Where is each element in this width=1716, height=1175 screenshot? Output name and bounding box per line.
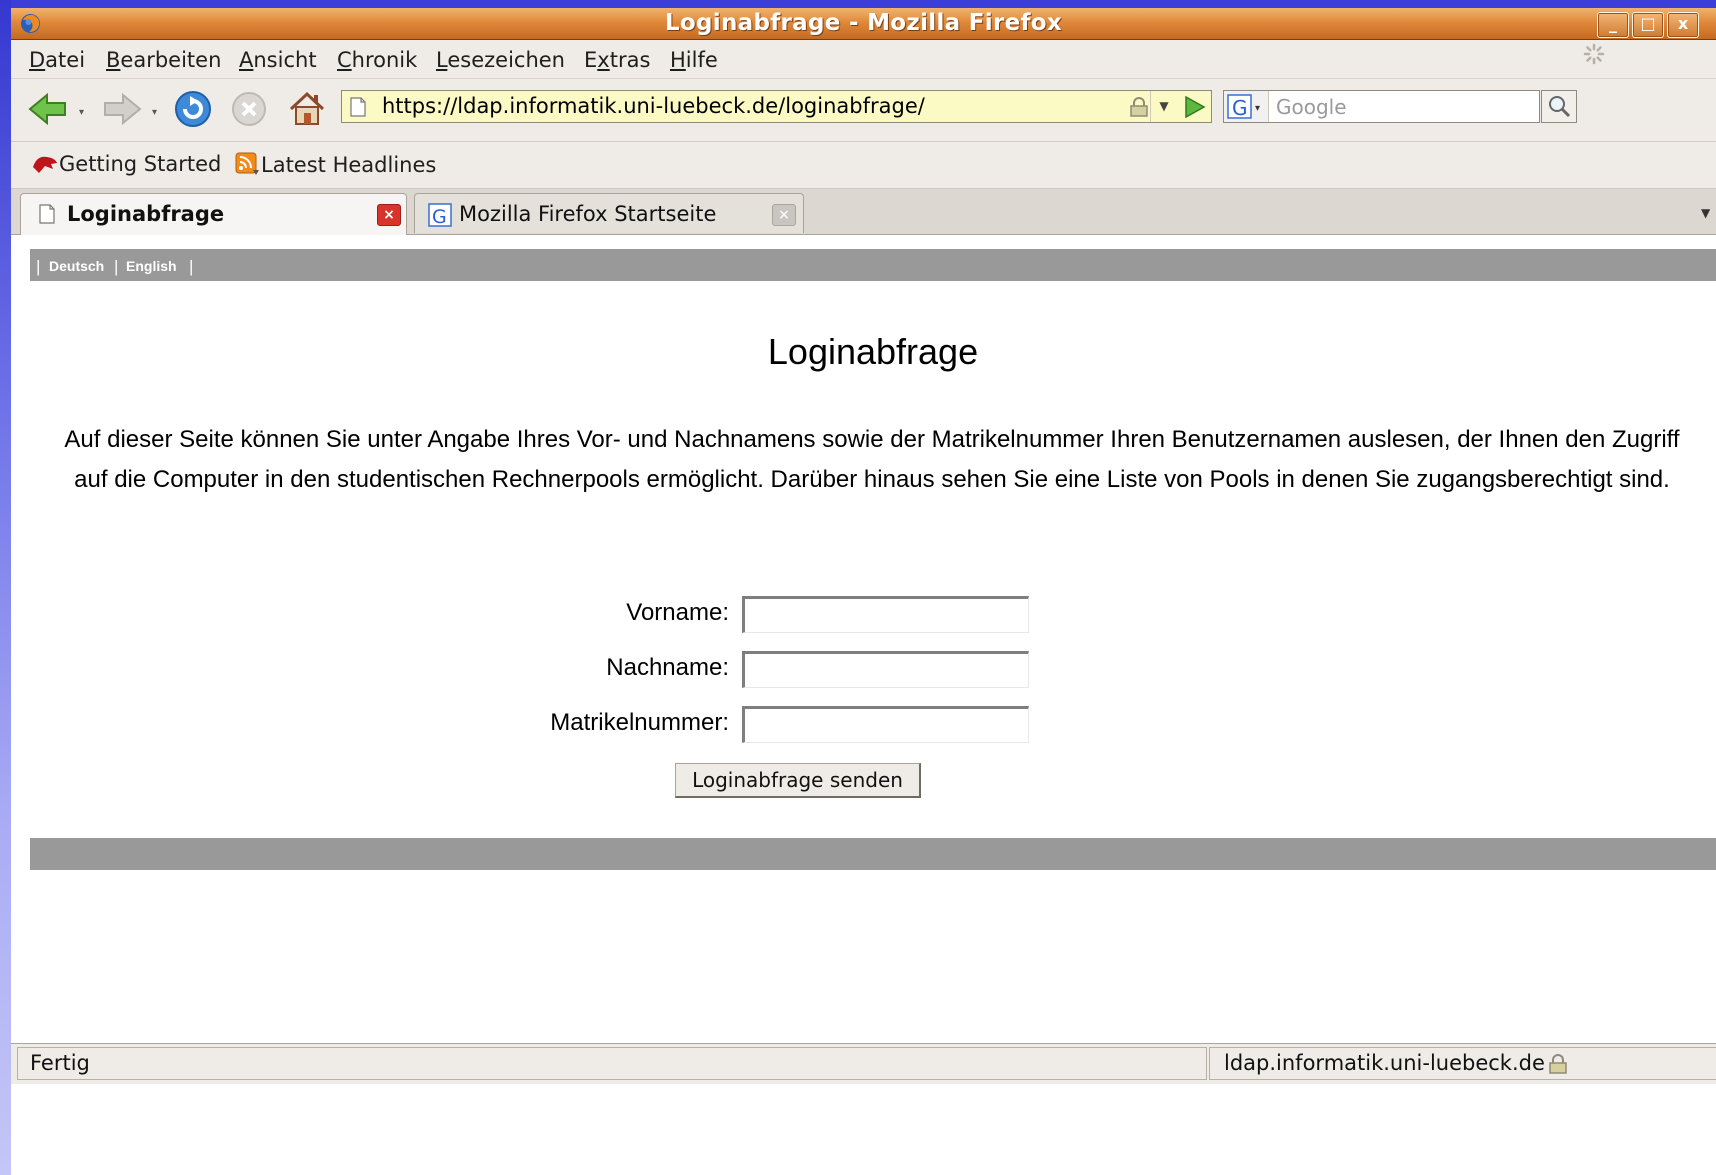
close-tab-button[interactable]: × [772,204,796,226]
menu-datei[interactable]: Datei [29,48,85,72]
home-icon[interactable] [288,89,326,127]
page-content: | Deutsch | English | Loginabfrage Auf d… [11,235,1716,1043]
url-history-dropdown[interactable]: ▼ [1150,91,1177,122]
submit-button[interactable]: Loginabfrage senden [675,763,921,798]
tab-bar: Loginabfrage × G Mozilla Firefox Startse… [11,189,1716,235]
intro-text: Auf dieser Seite können Sie unter Angabe… [64,426,1680,493]
getting-started-icon [33,156,57,173]
bookmark-latest-headlines[interactable]: Latest Headlines [235,152,436,177]
url-text[interactable]: https://ldap.informatik.uni-luebeck.de/l… [382,94,925,118]
bookmark-label: Getting Started [59,152,222,176]
throbber-icon [1583,43,1605,65]
menu-extras[interactable]: Extras [584,48,650,72]
separator: | [36,257,41,276]
menu-label: tras [609,48,651,72]
status-host: ldap.informatik.uni-luebeck.de [1224,1051,1545,1075]
desktop-background-left [0,0,11,1175]
tab-label: Loginabfrage [67,202,225,226]
google-icon: G [428,203,452,227]
menu-mnemonic: H [670,48,686,72]
search-button[interactable] [1541,90,1577,123]
minimize-button[interactable]: _ [1597,12,1629,38]
status-text: Fertig [30,1051,90,1075]
menu-ansicht[interactable]: Ansicht [239,48,317,72]
svg-text:G: G [1232,96,1248,120]
lastname-input[interactable] [742,651,1029,688]
menu-mnemonic: A [239,48,254,72]
bookmark-label: Latest Headlines [261,153,437,177]
menu-lesezeichen[interactable]: Lesezeichen [436,48,565,72]
rss-feed-icon [235,152,259,175]
lock-icon[interactable] [1129,97,1149,117]
matrikel-label: Matrikelnummer: [550,709,729,736]
tab-list-dropdown[interactable]: ▼ [1701,193,1716,233]
close-window-button[interactable]: x [1667,12,1699,38]
svg-text:▾: ▾ [1255,103,1260,114]
magnifier-icon [1549,96,1571,118]
reload-icon[interactable] [174,90,212,128]
search-engine-selector[interactable]: G ▾ [1224,91,1269,122]
bookmarks-toolbar: Getting Started Latest Headlines [11,142,1716,189]
menu-mnemonic: D [29,48,46,72]
menu-hilfe[interactable]: Hilfe [670,48,718,72]
bookmark-getting-started[interactable]: Getting Started [31,152,221,176]
google-icon: G ▾ [1227,94,1260,120]
lastname-label: Nachname: [606,654,729,681]
menu-label: atei [45,48,86,72]
svg-text:G: G [432,206,447,227]
menu-mnemonic: C [337,48,352,72]
menu-label: ilfe [685,48,718,72]
menu-bearbeiten[interactable]: Bearbeiten [106,48,221,72]
desktop-background-top [0,0,1716,8]
menu-label: esezeichen [447,48,565,72]
language-link-english[interactable]: English [126,258,177,274]
forward-icon[interactable] [102,92,142,126]
maximize-button[interactable]: □ [1632,12,1664,38]
menu-mnemonic: x [597,48,610,72]
language-link-deutsch[interactable]: Deutsch [49,258,104,274]
url-bar[interactable]: https://ldap.informatik.uni-luebeck.de/l… [341,90,1212,123]
search-input[interactable]: Google [1276,95,1347,119]
tab-label: Mozilla Firefox Startseite [459,202,717,226]
page-title: Loginabfrage [767,331,979,372]
menu-label: hronik [351,48,418,72]
matrikel-input[interactable] [742,706,1029,743]
separator: | [189,257,194,276]
search-box[interactable]: G ▾ Google [1223,90,1540,123]
menu-mnemonic: L [436,48,448,72]
lock-icon[interactable] [1548,1054,1568,1074]
go-button[interactable] [1182,95,1206,119]
menu-label-prefix: E [584,48,598,72]
forward-history-dropdown[interactable]: ▾ [152,107,157,118]
security-panel[interactable]: ldap.informatik.uni-luebeck.de [1209,1047,1716,1080]
close-tab-button[interactable]: × [377,204,401,226]
browser-window: Loginabfrage - Mozilla Firefox _ □ x Dat… [11,8,1716,1175]
status-panel: Fertig [17,1047,1207,1080]
back-history-dropdown[interactable]: ▾ [79,107,84,118]
tab-loginabfrage[interactable]: Loginabfrage × [20,193,407,235]
title-bar[interactable]: Loginabfrage - Mozilla Firefox _ □ x [11,8,1716,40]
back-icon[interactable] [28,92,68,126]
firstname-input[interactable] [742,596,1029,633]
menu-chronik[interactable]: Chronik [337,48,417,72]
window-title: Loginabfrage - Mozilla Firefox [664,10,1063,36]
stop-icon[interactable] [231,91,267,127]
menu-mnemonic: B [106,48,121,72]
tab-mozilla-firefox-startseite[interactable]: G Mozilla Firefox Startseite × [414,193,804,233]
page-icon [39,204,55,224]
navigation-toolbar: ▾ ▾ https://ldap.informatik.uni-luebeck.… [11,43,1716,142]
page-icon [350,97,366,117]
menu-label: nsicht [253,48,317,72]
language-bar: | Deutsch | English | [30,249,1716,281]
firstname-label: Vorname: [626,599,729,626]
footer-bar [30,838,1716,870]
separator: | [114,257,119,276]
status-bar: Fertig ldap.informatik.uni-luebeck.de [11,1043,1716,1084]
menu-label: earbeiten [120,48,222,72]
menu-bar: Datei Bearbeiten Ansicht Chronik Lesezei… [11,40,1716,79]
